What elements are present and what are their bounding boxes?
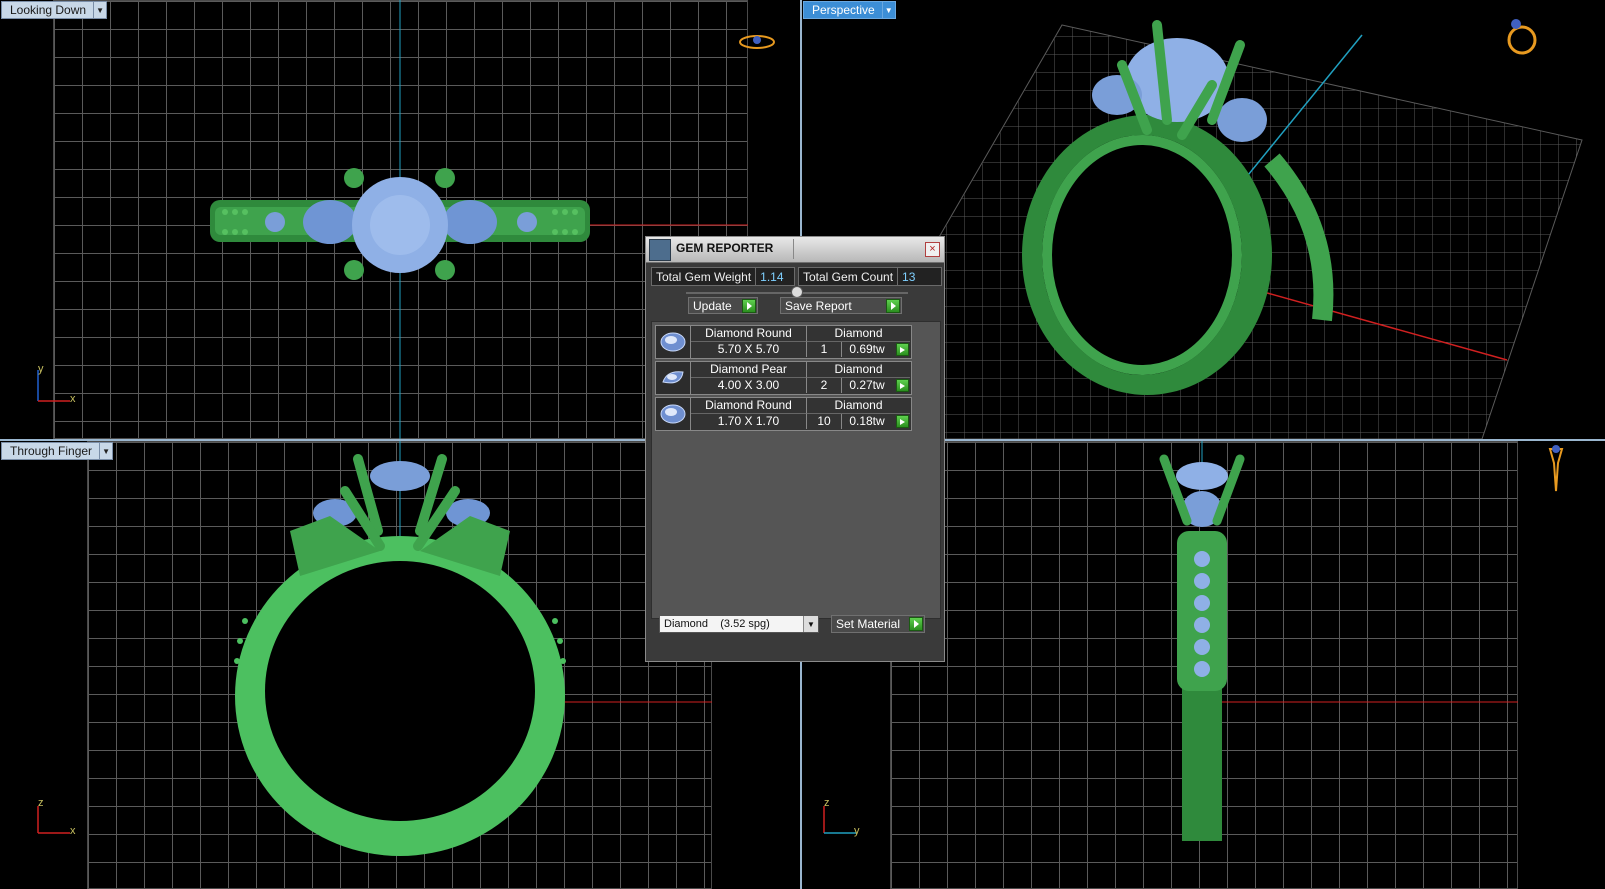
axis-label-v: z (38, 797, 44, 809)
gem-reporter-app-icon (649, 239, 671, 261)
update-button-label: Update (693, 298, 732, 313)
gem-row[interactable]: Diamond Round 1.70 X 1.70 Diamond 10 0.1… (655, 397, 912, 431)
round-gem-icon (656, 326, 691, 358)
gem-weight: 0.18tw (849, 414, 885, 428)
chevron-down-icon[interactable]: ▼ (100, 442, 114, 460)
viewport-label: Through Finger (1, 442, 101, 460)
chevron-down-icon[interactable]: ▼ (882, 1, 896, 19)
material-select-value: Diamond (3.52 spg) (664, 618, 770, 630)
chevron-down-icon[interactable]: ▼ (94, 1, 108, 19)
viewport-menu-through-finger[interactable]: Through Finger ▼ (1, 442, 114, 460)
save-report-button-label: Save Report (785, 298, 852, 313)
viewport-menu-looking-down[interactable]: Looking Down ▼ (1, 1, 108, 19)
gem-row[interactable]: Diamond Pear 4.00 X 3.00 Diamond 2 0.27t… (655, 361, 912, 395)
close-icon[interactable]: × (925, 242, 940, 257)
chevron-down-icon[interactable]: ▼ (803, 616, 818, 632)
set-material-button[interactable]: Set Material (831, 615, 925, 633)
axis-label-h: y (854, 825, 860, 837)
set-material-button-label: Set Material (836, 617, 901, 631)
gem-name: Diamond Pear (691, 362, 807, 378)
material-select[interactable]: Diamond (3.52 spg) ▼ (659, 615, 819, 633)
total-gem-weight-value: 1.14 (760, 269, 784, 284)
play-icon (886, 298, 900, 313)
dialog-title: GEM REPORTER (676, 241, 774, 255)
save-report-button[interactable]: Save Report (780, 297, 902, 314)
axis-label-h: x (70, 825, 76, 837)
gem-size: 4.00 X 3.00 (691, 378, 807, 393)
gem-weight: 0.27tw (849, 378, 885, 392)
gem-size: 1.70 X 1.70 (691, 414, 807, 429)
update-button[interactable]: Update (688, 297, 758, 314)
dialog-titlebar[interactable]: GEM REPORTER × (646, 237, 944, 263)
gem-reporter-dialog: GEM REPORTER × Total Gem Weight 1.14 Tot… (645, 236, 945, 662)
gem-name: Diamond Round (691, 326, 807, 342)
play-icon (909, 617, 923, 631)
total-gem-weight-label: Total Gem Weight (652, 268, 757, 285)
gem-quantity: 1 (807, 342, 842, 357)
axis-label-v: z (824, 797, 830, 809)
gem-list[interactable]: Diamond Round 5.70 X 5.70 Diamond 1 0.69… (651, 321, 941, 619)
total-gem-count: Total Gem Count 13 (798, 267, 942, 286)
total-gem-weight: Total Gem Weight 1.14 (651, 267, 795, 286)
total-gem-count-value: 13 (902, 269, 916, 284)
gem-material: Diamond (807, 362, 910, 378)
pear-gem-icon (656, 362, 691, 394)
gem-material: Diamond (807, 326, 910, 342)
titlebar-divider (793, 239, 794, 259)
gem-quantity: 2 (807, 378, 842, 393)
viewport-label: Looking Down (1, 1, 95, 19)
select-gem-button[interactable] (896, 415, 909, 428)
viewport-label: Perspective (803, 1, 883, 19)
gem-size: 5.70 X 5.70 (691, 342, 807, 357)
axis-label-h: x (70, 393, 76, 405)
gem-row[interactable]: Diamond Round 5.70 X 5.70 Diamond 1 0.69… (655, 325, 912, 359)
axis-label-v: y (38, 363, 44, 375)
select-gem-button[interactable] (896, 379, 909, 392)
play-icon (742, 298, 756, 313)
gem-weight: 0.69tw (849, 342, 885, 356)
gem-name: Diamond Round (691, 398, 807, 414)
gem-quantity: 10 (807, 414, 842, 429)
round-gem-icon (656, 398, 691, 430)
total-gem-count-label: Total Gem Count (799, 268, 899, 285)
gem-material: Diamond (807, 398, 910, 414)
select-gem-button[interactable] (896, 343, 909, 356)
viewport-menu-perspective[interactable]: Perspective ▼ (803, 1, 896, 19)
